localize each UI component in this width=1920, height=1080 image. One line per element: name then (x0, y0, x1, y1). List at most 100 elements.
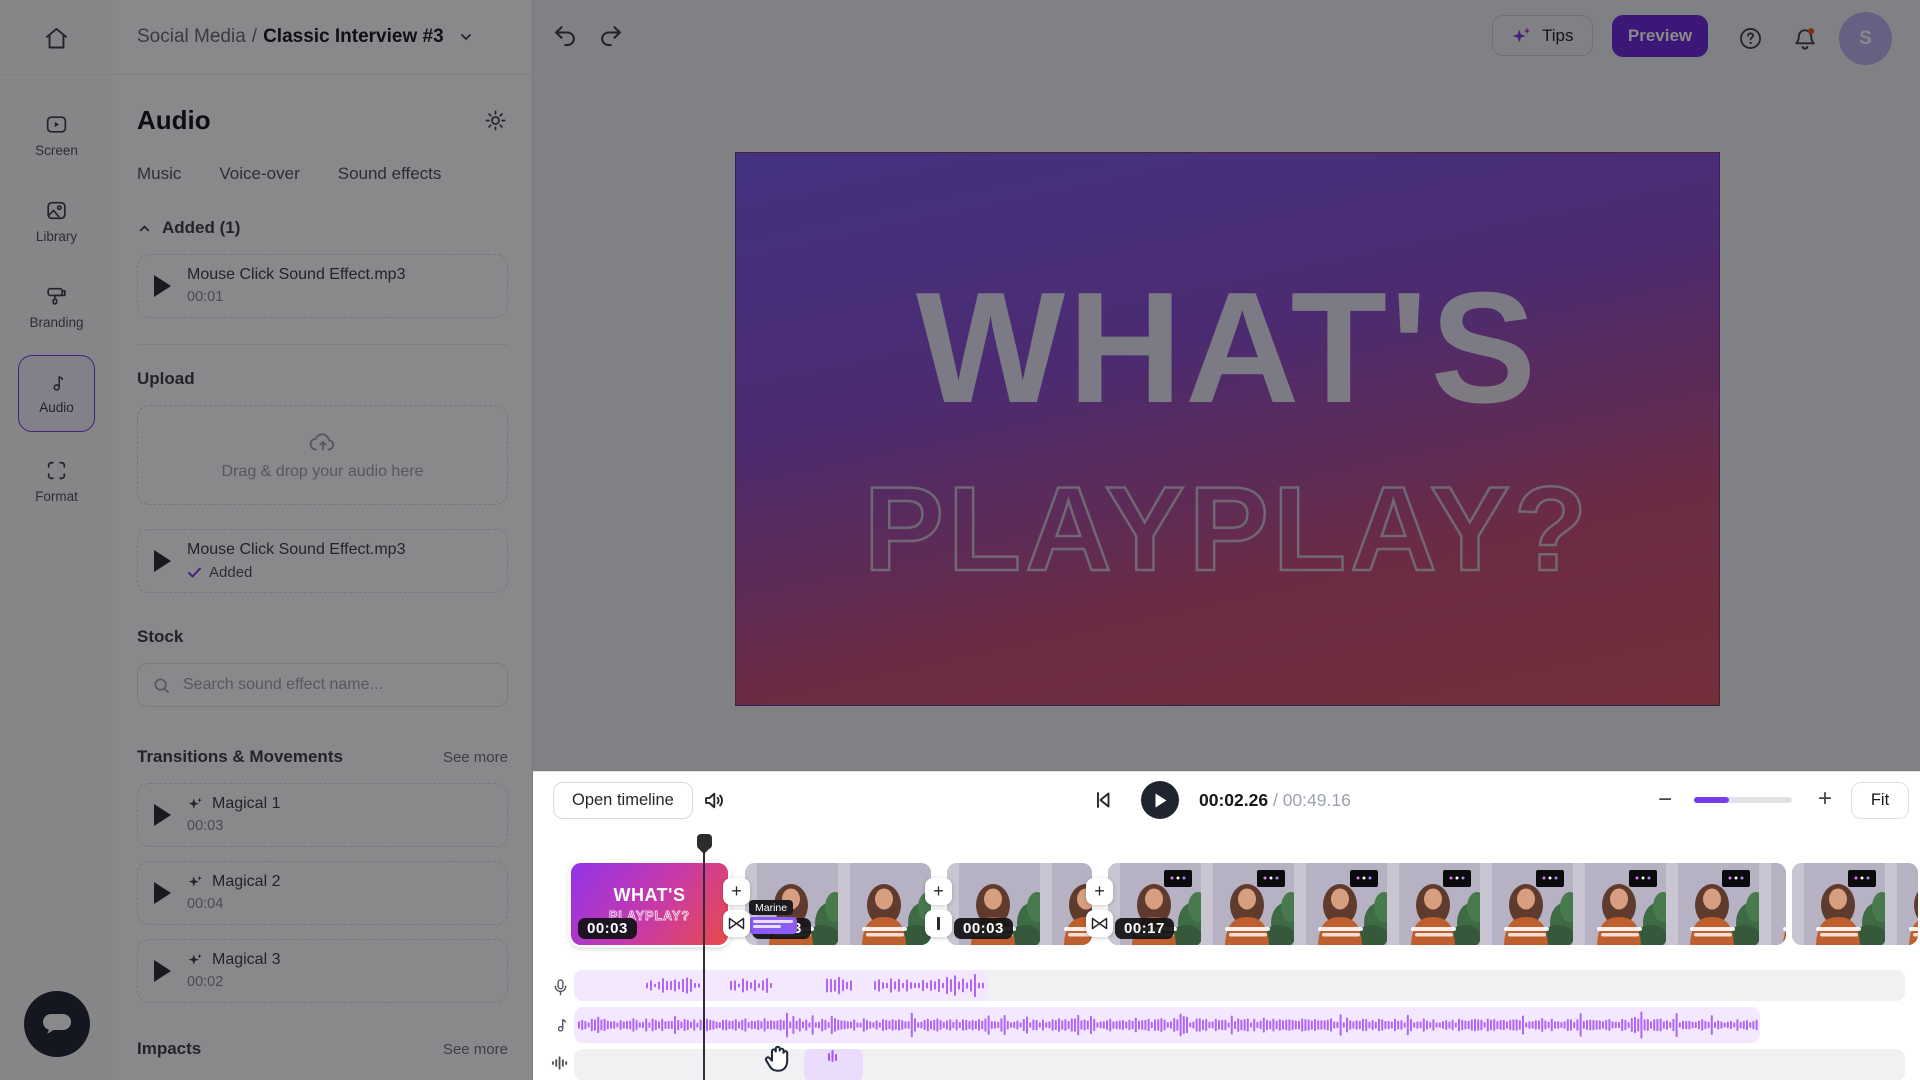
timeline-panel: Open timeline 00:02.26 / 00:49.16 − (533, 771, 1920, 1080)
sound-effect-search[interactable] (137, 663, 508, 707)
undo-button[interactable] (551, 22, 579, 50)
notifications-button[interactable] (1791, 25, 1819, 53)
impacts-section-label: Impacts (137, 1039, 201, 1059)
workspace: WHAT'S PLAYPLAY? Tips Preview S (533, 0, 1920, 771)
add-element-button[interactable]: + (1086, 878, 1113, 905)
plus-icon: + (731, 881, 742, 902)
tips-button[interactable]: Tips (1492, 15, 1593, 56)
added-section-label: Added (1) (162, 218, 240, 238)
transitions-section-label: Transitions & Movements (137, 747, 343, 767)
tab-voice-over[interactable]: Voice-over (219, 164, 299, 184)
audio-item-name: Mouse Click Sound Effect.mp3 (187, 264, 405, 286)
check-icon (187, 566, 202, 579)
clip-duration-badge: 00:17 (1115, 918, 1174, 939)
zoom-out-button[interactable]: − (1653, 786, 1677, 814)
timeline-clip-4[interactable]: 00:17 (1108, 863, 1786, 945)
divider (137, 344, 508, 345)
audio-dropzone[interactable]: Drag & drop your audio here (137, 405, 508, 505)
question-mark-icon (1737, 25, 1764, 52)
skip-to-start-button[interactable] (1091, 788, 1115, 812)
add-element-button[interactable]: + (723, 878, 750, 905)
gear-icon[interactable] (483, 108, 508, 133)
transition-bowtie-icon (728, 917, 745, 930)
sidebar-item-label: Screen (35, 143, 78, 158)
cut-marker-button[interactable] (925, 910, 952, 937)
transition-bowtie-icon (1091, 917, 1108, 930)
sound-effect-name: Magical 2 (212, 871, 280, 893)
sfx-clip-mouse-click[interactable] (804, 1049, 863, 1080)
add-element-button[interactable]: + (925, 878, 952, 905)
time-separator: / (1268, 790, 1283, 810)
breadcrumb[interactable]: Social Media / Classic Interview #3 (137, 26, 474, 48)
sound-effect-duration: 00:04 (187, 895, 280, 915)
bell-icon (1791, 25, 1819, 53)
timeline-clip-5[interactable] (1792, 863, 1918, 945)
play-button[interactable] (1141, 781, 1179, 819)
sidebar-item-label: Format (35, 489, 78, 504)
dropzone-text: Drag & drop your audio here (222, 463, 424, 481)
total-time: 00:49.16 (1283, 790, 1351, 810)
zoom-in-button[interactable]: + (1813, 785, 1837, 813)
sidebar-item-screen[interactable]: Screen (0, 112, 113, 158)
playhead-line (703, 853, 705, 1080)
audio-item-duration: 00:01 (187, 288, 405, 308)
volume-button[interactable] (701, 787, 728, 814)
fit-button[interactable]: Fit (1851, 782, 1909, 819)
timeline-clip-3[interactable]: 00:03 (947, 863, 1092, 945)
play-icon[interactable] (154, 275, 171, 297)
breadcrumb-folder: Social Media (137, 26, 246, 48)
play-icon[interactable] (154, 882, 171, 904)
sidebar-item-label: Branding (29, 315, 83, 330)
play-icon[interactable] (154, 550, 171, 572)
voiceover-clip[interactable] (574, 970, 988, 1001)
sidebar-item-label: Library (36, 229, 77, 244)
video-canvas[interactable]: WHAT'S PLAYPLAY? (735, 152, 1720, 706)
sound-effect-item-magical-3[interactable]: Magical 3 00:02 (137, 939, 508, 1003)
play-icon (1153, 792, 1168, 809)
audio-panel: Social Media / Classic Interview #3 Audi… (113, 0, 533, 1080)
sidebar-item-label: Audio (39, 400, 74, 415)
music-track-clip[interactable] (574, 1007, 1760, 1043)
transitions-see-more[interactable]: See more (443, 749, 508, 766)
sparkle-icon (187, 952, 204, 969)
cloud-upload-icon (308, 429, 338, 455)
sidebar-item-library[interactable]: Library (0, 198, 113, 244)
playhead[interactable] (696, 834, 712, 1080)
preview-button[interactable]: Preview (1612, 15, 1708, 57)
format-icon (44, 458, 69, 483)
sound-effect-item-magical-2[interactable]: Magical 2 00:04 (137, 861, 508, 925)
help-button[interactable] (1737, 25, 1764, 52)
support-chat-button[interactable] (24, 991, 90, 1057)
undo-icon (551, 22, 579, 50)
impacts-see-more[interactable]: See more (443, 1041, 508, 1058)
redo-button[interactable] (597, 22, 625, 50)
sidebar-item-format[interactable]: Format (0, 458, 113, 504)
sound-effect-duration: 00:02 (187, 973, 280, 993)
play-icon[interactable] (154, 960, 171, 982)
added-audio-item[interactable]: Mouse Click Sound Effect.mp3 00:01 (137, 254, 508, 318)
tips-label: Tips (1542, 26, 1574, 46)
uploaded-audio-item[interactable]: Mouse Click Sound Effect.mp3 Added (137, 529, 508, 593)
chevron-down-icon[interactable] (458, 29, 474, 45)
avatar[interactable]: S (1839, 12, 1892, 65)
redo-icon (597, 22, 625, 50)
sidebar-item-branding[interactable]: Branding (0, 284, 113, 330)
voiceover-track[interactable] (574, 970, 1905, 1001)
audio-item-name: Mouse Click Sound Effect.mp3 (187, 539, 405, 561)
added-section-toggle[interactable]: Added (1) (137, 218, 508, 238)
sparkle-icon (187, 874, 204, 891)
sfx-track[interactable] (574, 1049, 1905, 1080)
sidebar-item-audio[interactable]: Audio (18, 355, 95, 432)
zoom-slider[interactable] (1694, 797, 1792, 803)
transition-button[interactable] (1086, 910, 1113, 937)
tab-sound-effects[interactable]: Sound effects (338, 164, 442, 184)
open-timeline-button[interactable]: Open timeline (553, 782, 693, 819)
plus-icon: + (933, 881, 944, 902)
tab-music[interactable]: Music (137, 164, 181, 184)
sound-effect-item-magical-1[interactable]: Magical 1 00:03 (137, 783, 508, 847)
search-icon (152, 676, 171, 695)
transition-button[interactable] (723, 910, 750, 937)
sfx-track-icon (545, 1055, 575, 1071)
play-icon[interactable] (154, 804, 171, 826)
search-input[interactable] (181, 675, 493, 695)
